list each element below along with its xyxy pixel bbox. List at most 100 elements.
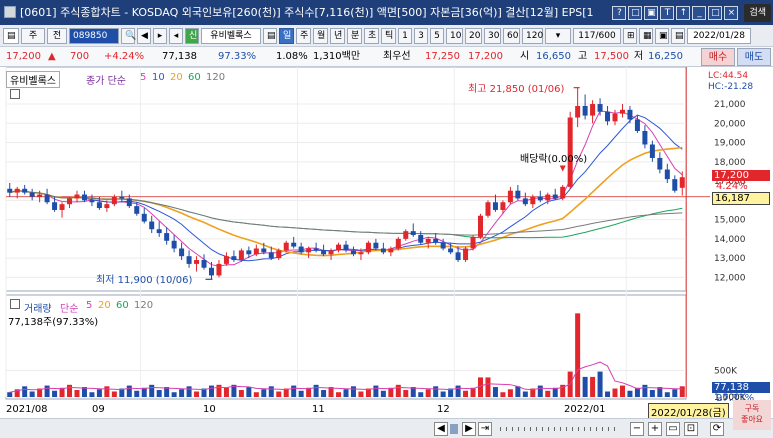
grid-icon[interactable]: ▦ xyxy=(639,27,653,44)
market-select[interactable]: 주 xyxy=(21,27,45,44)
interval-3[interactable]: 3 xyxy=(414,27,428,44)
volume-bar xyxy=(171,392,177,397)
x-label-09: 09 xyxy=(92,404,105,415)
price-pct-tag: 4.24% xyxy=(716,181,748,192)
candle-body xyxy=(492,202,498,210)
candle-body xyxy=(44,194,50,203)
price-tick-label: 12,000 xyxy=(714,273,746,283)
save-icon[interactable]: ▣ xyxy=(655,27,669,44)
restore-icon[interactable]: □ xyxy=(628,5,643,20)
volume-bar xyxy=(253,392,259,397)
date-field[interactable]: 2022/01/28 xyxy=(687,27,751,44)
pin-icon[interactable]: ↑ xyxy=(676,5,691,20)
ma-120: 120 xyxy=(206,72,226,83)
volume-bar xyxy=(298,390,304,397)
chart-area[interactable]: 21,00020,00019,00018,00017,00016,00015,0… xyxy=(0,67,773,438)
view-button[interactable]: ▭ xyxy=(666,422,680,436)
settings-icon[interactable]: ▸ xyxy=(153,27,167,44)
prev-button[interactable]: 전 xyxy=(47,27,67,44)
minimize-icon[interactable]: _ xyxy=(692,5,707,20)
search-icon[interactable]: 🔍 xyxy=(121,27,136,44)
ma-5: 5 xyxy=(140,72,147,83)
chart-type-icon[interactable]: ▤ xyxy=(3,27,19,44)
scroll-thumb[interactable] xyxy=(450,424,458,434)
candle-body xyxy=(627,109,633,120)
volume-bar xyxy=(605,391,611,397)
dividend-annotation: 배당락(0.00%) xyxy=(520,154,588,165)
scroll-left-button[interactable]: ◀ xyxy=(434,422,448,436)
app-logo-icon xyxy=(4,6,16,18)
speaker-icon[interactable]: ◀ xyxy=(137,27,151,44)
tab-second[interactable]: 초 xyxy=(364,27,379,44)
window-title: [0601] 주식종합차트 - KOSDAQ 외국인보유[260(천)] 주식수… xyxy=(20,6,594,19)
window-controls: ? □ ▣ T ↑ _ □ × 검색 xyxy=(612,0,773,25)
tab-week[interactable]: 주 xyxy=(296,27,311,44)
candle-body xyxy=(448,248,454,253)
search-button[interactable]: 검색 xyxy=(744,3,771,22)
tab-minute[interactable]: 분 xyxy=(347,27,362,44)
scroll-end-button[interactable]: ⇥ xyxy=(478,422,492,436)
candle-body xyxy=(22,188,28,193)
zoom-in-button[interactable]: + xyxy=(648,422,662,436)
candle-body xyxy=(410,231,416,235)
volume-bar xyxy=(627,390,633,397)
candle-body xyxy=(194,260,200,264)
tab-day[interactable]: 일 xyxy=(279,27,294,44)
interval-20[interactable]: 20 xyxy=(465,27,482,44)
volume-bar xyxy=(104,386,110,397)
volume-bar xyxy=(194,391,200,397)
volume-bar xyxy=(478,377,484,397)
volume-bar xyxy=(126,385,132,397)
layout-icon[interactable]: ▣ xyxy=(644,5,659,20)
interval-10[interactable]: 10 xyxy=(446,27,463,44)
volume-bar xyxy=(575,313,581,397)
interval-30[interactable]: 30 xyxy=(484,27,501,44)
stock-label: 유비벨록스 xyxy=(6,71,60,88)
change-percent: +4.24% xyxy=(104,51,145,62)
volume-panel-menu-icon[interactable] xyxy=(10,299,20,309)
volume-bar xyxy=(612,388,618,397)
tab-tick[interactable]: 틱 xyxy=(381,27,396,44)
candle-body xyxy=(485,202,491,216)
link-icon[interactable]: ◂ xyxy=(169,27,183,44)
high-annotation: 최고 21,850 (01/06) xyxy=(468,84,565,95)
volume-value-text: 77,138주(97.33%) xyxy=(8,317,99,328)
volume-bar xyxy=(590,376,596,397)
maximize-icon[interactable]: □ xyxy=(708,5,723,20)
fit-button[interactable]: ⊡ xyxy=(684,422,698,436)
candle-body xyxy=(321,250,327,255)
help-icon[interactable]: ? xyxy=(612,5,627,20)
tab-year[interactable]: 년 xyxy=(330,27,345,44)
interval-120[interactable]: 120 xyxy=(522,27,543,44)
sell-button[interactable]: 매도 xyxy=(737,48,771,66)
stock-name-field: 유비벨록스 xyxy=(201,27,261,44)
refresh-button[interactable]: ⟳ xyxy=(710,422,724,436)
scroll-right-button[interactable]: ▶ xyxy=(462,422,476,436)
panel-menu-icon[interactable] xyxy=(10,89,20,99)
volume-bar xyxy=(44,385,50,397)
volume-ma-60: 60 xyxy=(116,300,129,311)
candle-body xyxy=(14,188,20,193)
candle-body xyxy=(679,177,685,188)
candle-body xyxy=(231,256,237,261)
interval-5[interactable]: 5 xyxy=(430,27,444,44)
tab-month[interactable]: 월 xyxy=(313,27,328,44)
lock-icon[interactable]: ▤ xyxy=(263,27,277,44)
calendar-icon[interactable]: ▤ xyxy=(671,27,685,44)
close-icon[interactable]: × xyxy=(724,5,739,20)
stock-code-input[interactable]: 089850 xyxy=(69,27,119,44)
zoom-in-icon[interactable]: ⊞ xyxy=(623,27,637,44)
interval-60[interactable]: 60 xyxy=(503,27,520,44)
data-count-field[interactable]: 117/600 xyxy=(573,27,621,44)
zoom-ruler[interactable] xyxy=(500,427,620,431)
text-icon[interactable]: T xyxy=(660,5,675,20)
candle-body xyxy=(164,233,170,241)
volume-bar xyxy=(67,384,73,397)
chart-toolbar: ▤ 주 전 089850 🔍 ◀ ▸ ◂ 신 유비벨록스 ▤ 일 주 월 년 분… xyxy=(0,25,773,47)
zoom-out-button[interactable]: − xyxy=(630,422,644,436)
interval-dropdown[interactable]: ▾ xyxy=(545,27,571,44)
buy-button[interactable]: 매수 xyxy=(701,48,735,66)
price-volume-chart[interactable]: 21,00020,00019,00018,00017,00016,00015,0… xyxy=(0,67,773,418)
order-buttons: 매수 매도 xyxy=(701,48,771,66)
interval-1[interactable]: 1 xyxy=(398,27,412,44)
